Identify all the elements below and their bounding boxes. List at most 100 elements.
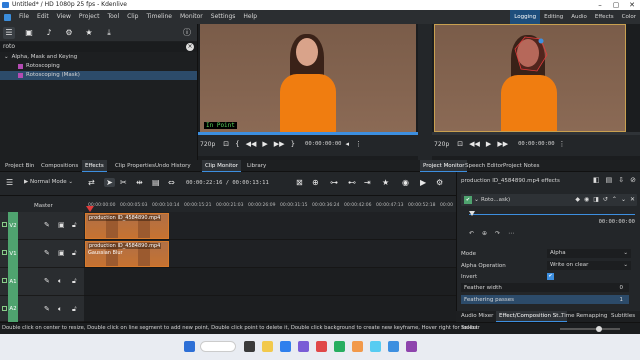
- timeline-position[interactable]: 00:00:22:16: [186, 180, 222, 186]
- menu-settings[interactable]: Settings: [207, 10, 240, 24]
- tab-undo-history[interactable]: Undo History: [152, 160, 194, 172]
- collapse-arrow-icon[interactable]: ⌄: [4, 53, 9, 62]
- feathering-passes-slider[interactable]: Feathering passes 1: [461, 295, 629, 304]
- extract-icon[interactable]: ⊶: [330, 178, 338, 187]
- lock-icon[interactable]: 🔓︎: [72, 277, 77, 286]
- track-v2[interactable]: production ID_4584890.mp4: [84, 212, 456, 240]
- insert-icon[interactable]: ⊕: [312, 178, 319, 187]
- clip-monitor-video[interactable]: In Point: [200, 24, 416, 132]
- download-icon[interactable]: ⤓: [103, 27, 115, 39]
- timeline-clip[interactable]: production ID_4584890.mp4 Gaussian Blur: [85, 241, 169, 267]
- effects-search[interactable]: roto ×: [0, 42, 197, 52]
- param-feather-width[interactable]: Feather width 0: [461, 283, 637, 293]
- favorite-effect-icon[interactable]: ★: [382, 178, 389, 187]
- app-icon[interactable]: [352, 341, 363, 352]
- keyframe-icon[interactable]: ◆: [575, 196, 580, 203]
- visibility-icon[interactable]: ◉: [584, 196, 589, 203]
- next-keyframe-icon[interactable]: ↷: [495, 230, 500, 237]
- edge-icon[interactable]: [280, 341, 291, 352]
- app-icon[interactable]: [370, 341, 381, 352]
- ripple-tool-icon[interactable]: ▤: [152, 178, 160, 187]
- invert-checkbox[interactable]: ✔: [547, 273, 554, 280]
- effect-timecode[interactable]: 00:00:00:00: [599, 219, 635, 225]
- spacer-tool-icon[interactable]: ⇹: [136, 178, 143, 187]
- rewind-icon[interactable]: ◀◀: [246, 140, 257, 148]
- track-compositing-icon[interactable]: ⇄: [88, 178, 95, 187]
- layout-color[interactable]: Color: [618, 10, 640, 24]
- menu-tool[interactable]: Tool: [103, 10, 123, 24]
- app-icon[interactable]: [298, 341, 309, 352]
- mask-handle[interactable]: [538, 38, 544, 44]
- project-monitor-timecode[interactable]: 00:00:00:00: [518, 141, 554, 147]
- tab-project-notes[interactable]: Project Notes: [500, 160, 542, 172]
- reset-icon[interactable]: ↺: [603, 196, 608, 203]
- clear-search-icon[interactable]: ×: [186, 43, 194, 51]
- disable-all-icon[interactable]: ⊘: [630, 176, 636, 184]
- status-tool[interactable]: Select: [461, 325, 478, 331]
- forward-icon[interactable]: ▶▶: [274, 140, 285, 148]
- tab-project-bin[interactable]: Project Bin: [2, 160, 37, 172]
- param-feathering-passes[interactable]: Feathering passes 1: [461, 295, 637, 305]
- file-explorer-icon[interactable]: [262, 341, 273, 352]
- play-icon[interactable]: ▶: [262, 140, 267, 148]
- keyframe-options-icon[interactable]: ⋯: [508, 230, 514, 237]
- project-monitor-video[interactable]: [434, 24, 626, 132]
- layout-audio[interactable]: Audio: [567, 10, 591, 24]
- menu-edit[interactable]: Edit: [33, 10, 53, 24]
- effects-search-input[interactable]: roto: [3, 42, 15, 52]
- start-icon[interactable]: [184, 341, 195, 352]
- tab-project-monitor[interactable]: Project Monitor: [420, 160, 468, 172]
- video-effects-icon[interactable]: ▣: [23, 27, 35, 39]
- add-keyframe-icon[interactable]: ⊕: [482, 230, 487, 237]
- timeline-mode-select[interactable]: ▶ Normal Mode ⌄: [24, 179, 73, 185]
- tab-subtitles[interactable]: Subtitles: [608, 311, 638, 322]
- menu-monitor[interactable]: Monitor: [176, 10, 207, 24]
- track-header-v2[interactable]: V2 ✎ ▣ 🔓︎: [0, 212, 84, 240]
- overwrite-icon[interactable]: ⇥: [364, 178, 371, 187]
- favorites-icon[interactable]: ★: [83, 27, 95, 39]
- lock-icon[interactable]: 🔓︎: [72, 221, 77, 230]
- track-select-checkbox[interactable]: [2, 222, 7, 227]
- effect-enable-checkbox[interactable]: ✔: [464, 196, 472, 204]
- zoom-slider-handle[interactable]: [596, 326, 602, 332]
- audio-toggle-icon[interactable]: ◂: [345, 140, 349, 148]
- move-up-icon[interactable]: ⌃: [612, 196, 617, 203]
- app-icon[interactable]: [406, 341, 417, 352]
- app-icon[interactable]: [334, 341, 345, 352]
- fit-zoom-icon[interactable]: ⊠: [296, 178, 303, 187]
- set-out-icon[interactable]: }: [291, 140, 295, 148]
- minimize-button[interactable]: –: [592, 0, 608, 10]
- tab-clip-monitor[interactable]: Clip Monitor: [202, 160, 242, 172]
- effect-icon[interactable]: ✎: [44, 277, 50, 285]
- mute-icon[interactable]: 🔈︎: [58, 305, 62, 314]
- track-header-a1[interactable]: A1 ✎ 🔈︎ 🔓︎: [0, 268, 84, 296]
- menu-project[interactable]: Project: [75, 10, 104, 24]
- taskbar-search[interactable]: [200, 341, 236, 352]
- zoom-slider[interactable]: [560, 326, 620, 332]
- menu-clip[interactable]: Clip: [123, 10, 142, 24]
- menu-icon[interactable]: ☰: [6, 178, 13, 187]
- clip-monitor-resolution[interactable]: 720p: [200, 141, 215, 148]
- timeline-clip[interactable]: production ID_4584890.mp4: [85, 213, 169, 239]
- hide-track-icon[interactable]: ▣: [58, 249, 65, 257]
- clip-monitor-timecode[interactable]: 00:00:00:00: [305, 141, 341, 147]
- maximize-button[interactable]: ▢: [608, 0, 624, 10]
- tree-effect-rotoscoping-mask[interactable]: Rotoscoping (Mask): [0, 71, 197, 80]
- layout-logging[interactable]: Logging: [510, 10, 541, 24]
- play-icon[interactable]: ▶: [486, 140, 491, 148]
- track-header-a2[interactable]: A2 ✎ 🔈︎ 🔓︎: [0, 296, 84, 322]
- timeline-ruler[interactable]: 00:00:00:00 00:00:05:03 00:00:10:14 00:0…: [84, 196, 456, 212]
- project-monitor-resolution[interactable]: 720p: [434, 141, 449, 148]
- track-select-checkbox[interactable]: [2, 306, 7, 311]
- rewind-icon[interactable]: ◀◀: [469, 140, 480, 148]
- forward-icon[interactable]: ▶▶: [497, 140, 508, 148]
- track-a2[interactable]: [84, 296, 456, 322]
- effect-icon[interactable]: ✎: [44, 305, 50, 313]
- audio-thumbs-icon[interactable]: ▶: [420, 178, 426, 187]
- keyframe-marker[interactable]: [469, 211, 475, 216]
- mute-icon[interactable]: 🔈︎: [58, 277, 62, 286]
- track-select-checkbox[interactable]: [2, 250, 7, 255]
- razor-tool-icon[interactable]: ✂: [120, 178, 127, 187]
- alpha-operation-select[interactable]: Write on clear ⌄: [547, 261, 631, 270]
- zoom-icon[interactable]: ⊡: [457, 140, 463, 148]
